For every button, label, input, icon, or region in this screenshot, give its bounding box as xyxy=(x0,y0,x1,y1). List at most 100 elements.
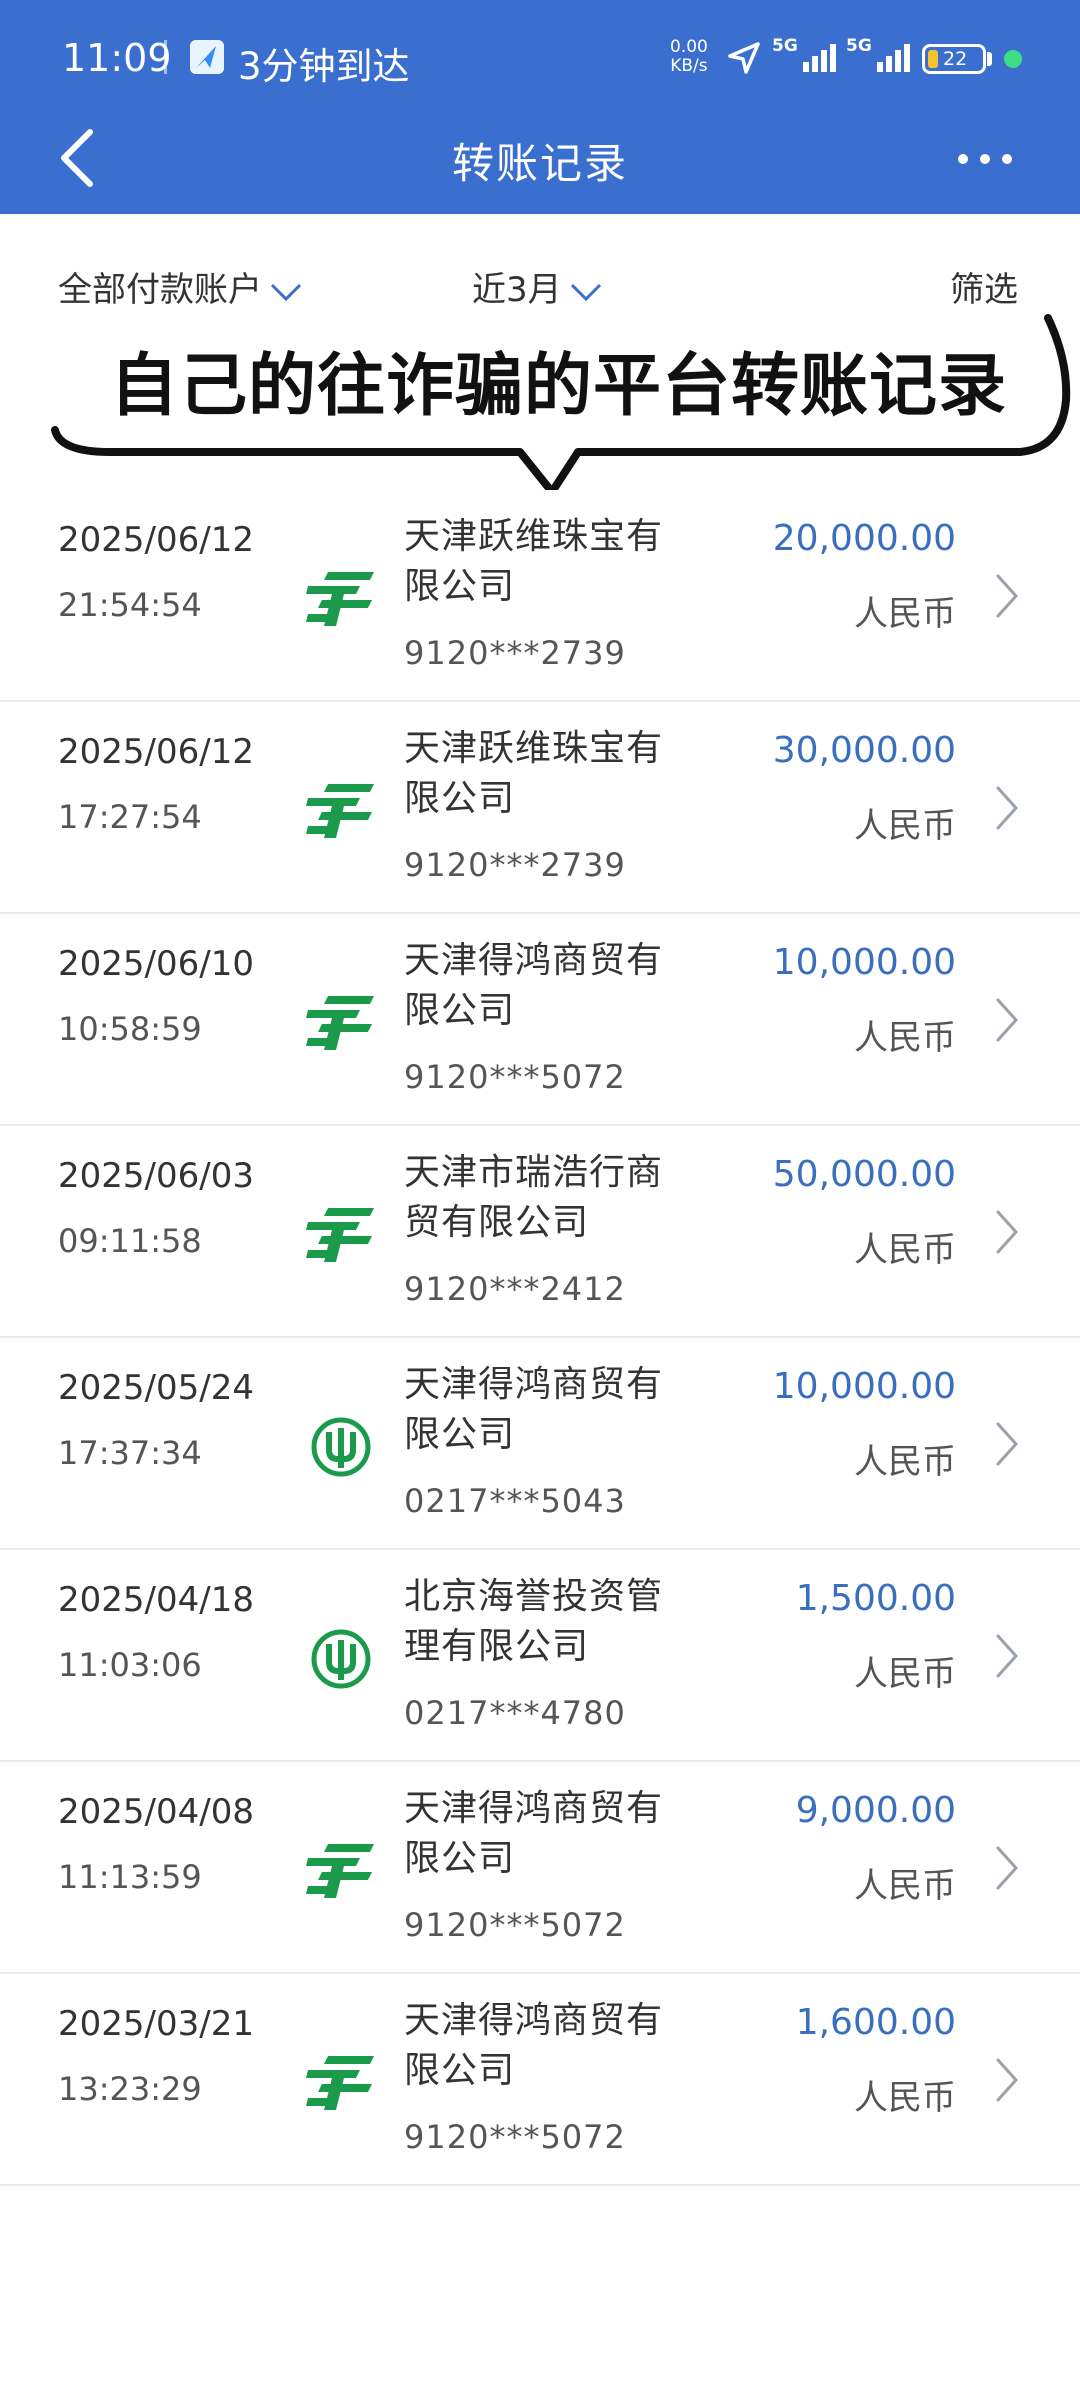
transfer-record-row[interactable]: 2025/06/12 17:27:54 天津跃维珠宝有 限公司 9120***2… xyxy=(0,702,1080,914)
net-speed-unit: KB/s xyxy=(670,56,708,76)
record-date: 2025/06/03 xyxy=(58,1156,254,1196)
payee-line2: 限公司 xyxy=(404,1838,516,1879)
agricultural-bank-icon xyxy=(306,1628,376,1690)
postal-savings-bank-icon xyxy=(306,992,376,1054)
record-payee: 天津跃维珠宝有 限公司 xyxy=(404,724,704,824)
chevron-right-icon xyxy=(996,1422,1019,1466)
record-amount: 20,000.00 xyxy=(772,518,956,559)
chevron-right-icon xyxy=(996,786,1019,830)
record-currency: 人民币 xyxy=(854,1866,956,1906)
navigation-app-icon xyxy=(190,40,224,74)
record-date: 2025/06/10 xyxy=(58,944,254,984)
transfer-record-row[interactable]: 2025/06/12 21:54:54 天津跃维珠宝有 限公司 9120***2… xyxy=(0,490,1080,702)
chevron-right-icon xyxy=(996,998,1019,1042)
more-button[interactable] xyxy=(950,136,1020,180)
more-dots-icon xyxy=(1002,154,1012,164)
record-currency: 人民币 xyxy=(854,1442,956,1482)
record-account: 0217***5043 xyxy=(404,1482,626,1520)
payee-line1: 天津市瑞浩行商 xyxy=(404,1152,664,1193)
chevron-right-icon xyxy=(996,2058,1019,2102)
record-amount: 50,000.00 xyxy=(772,1154,956,1195)
payee-line1: 天津得鸿商贸有 xyxy=(404,2000,664,2041)
signal-label: 5G xyxy=(772,36,798,56)
transfer-record-row[interactable]: 2025/03/21 13:23:29 天津得鸿商贸有 限公司 9120***5… xyxy=(0,1974,1080,2186)
record-time: 09:11:58 xyxy=(58,1222,202,1260)
location-arrow-icon xyxy=(728,42,760,74)
chevron-right-icon xyxy=(996,1634,1019,1678)
payee-line2: 限公司 xyxy=(404,566,516,607)
record-time: 13:23:29 xyxy=(58,2070,202,2108)
battery-fill xyxy=(928,50,938,68)
payee-line2: 限公司 xyxy=(404,1414,516,1455)
transfer-record-row[interactable]: 2025/06/03 09:11:58 天津市瑞浩行商 贸有限公司 9120**… xyxy=(0,1126,1080,1338)
payee-line1: 天津得鸿商贸有 xyxy=(404,940,664,981)
net-speed-value: 0.00 xyxy=(670,37,708,57)
record-time: 10:58:59 xyxy=(58,1010,202,1048)
record-account: 9120***2739 xyxy=(404,846,626,884)
chevron-right-icon xyxy=(996,1210,1019,1254)
payee-line2: 限公司 xyxy=(404,990,516,1031)
record-currency: 人民币 xyxy=(854,594,956,634)
record-payee: 天津得鸿商贸有 限公司 xyxy=(404,1784,704,1884)
record-payee: 天津跃维珠宝有 限公司 xyxy=(404,512,704,612)
record-payee: 北京海誉投资管 理有限公司 xyxy=(404,1572,704,1672)
postal-savings-bank-icon xyxy=(306,780,376,842)
record-account: 9120***5072 xyxy=(404,1058,626,1096)
signal-icon: 5G xyxy=(772,36,836,76)
battery-level: 22 xyxy=(943,48,968,70)
record-currency: 人民币 xyxy=(854,1018,956,1058)
postal-savings-bank-icon xyxy=(306,2052,376,2114)
record-payee: 天津市瑞浩行商 贸有限公司 xyxy=(404,1148,704,1248)
record-amount: 30,000.00 xyxy=(772,730,956,771)
status-divider xyxy=(164,40,167,74)
record-date: 2025/06/12 xyxy=(58,732,254,772)
record-time: 17:27:54 xyxy=(58,798,202,836)
record-payee: 天津得鸿商贸有 限公司 xyxy=(404,936,704,1036)
record-time: 11:03:06 xyxy=(58,1646,202,1684)
postal-savings-bank-icon xyxy=(306,568,376,630)
more-dots-icon xyxy=(958,154,968,164)
record-amount: 10,000.00 xyxy=(772,942,956,983)
payee-line1: 天津跃维珠宝有 xyxy=(404,728,664,769)
record-payee: 天津得鸿商贸有 限公司 xyxy=(404,1360,704,1460)
transfer-record-row[interactable]: 2025/05/24 17:37:34 天津得鸿商贸有 限公司 0217***5… xyxy=(0,1338,1080,1550)
callout-caption: 自己的往诈骗的平台转账记录 xyxy=(110,347,1008,426)
record-date: 2025/06/12 xyxy=(58,520,254,560)
payee-line1: 天津得鸿商贸有 xyxy=(404,1788,664,1829)
record-account: 9120***5072 xyxy=(404,1906,626,1944)
status-bar: 11:09 3分钟到达 0.00 KB/s 5G 5G 22 xyxy=(0,0,1080,110)
payee-line2: 限公司 xyxy=(404,778,516,819)
record-date: 2025/03/21 xyxy=(58,2004,254,2044)
transfer-record-row[interactable]: 2025/04/18 11:03:06 北京海誉投资管 理有限公司 0217**… xyxy=(0,1550,1080,1762)
chevron-right-icon xyxy=(996,1846,1019,1890)
more-dots-icon xyxy=(980,154,990,164)
record-time: 11:13:59 xyxy=(58,1858,202,1896)
record-amount: 1,600.00 xyxy=(795,2002,956,2043)
record-time: 21:54:54 xyxy=(58,586,202,624)
signal-icon: 5G xyxy=(846,36,910,76)
record-date: 2025/04/08 xyxy=(58,1792,254,1832)
page-title: 转账记录 xyxy=(451,139,628,188)
record-payee: 天津得鸿商贸有 限公司 xyxy=(404,1996,704,2096)
record-currency: 人民币 xyxy=(854,1654,956,1694)
record-date: 2025/04/18 xyxy=(58,1580,254,1620)
battery-tip xyxy=(987,52,992,66)
record-amount: 10,000.00 xyxy=(772,1366,956,1407)
charging-dot-icon xyxy=(1004,50,1022,68)
payee-line1: 北京海誉投资管 xyxy=(404,1576,664,1617)
record-currency: 人民币 xyxy=(854,1230,956,1270)
payee-line2: 贸有限公司 xyxy=(404,1202,590,1243)
network-speed: 0.00 KB/s xyxy=(670,38,708,76)
record-date: 2025/05/24 xyxy=(58,1368,254,1408)
record-currency: 人民币 xyxy=(854,2078,956,2118)
record-account: 9120***5072 xyxy=(404,2118,626,2156)
transfer-record-row[interactable]: 2025/04/08 11:13:59 天津得鸿商贸有 限公司 9120***5… xyxy=(0,1762,1080,1974)
transfer-record-list: 2025/06/12 21:54:54 天津跃维珠宝有 限公司 9120***2… xyxy=(0,490,1080,2186)
record-amount: 9,000.00 xyxy=(795,1790,956,1831)
signal-label: 5G xyxy=(846,36,872,56)
transfer-record-row[interactable]: 2025/06/10 10:58:59 天津得鸿商贸有 限公司 9120***5… xyxy=(0,914,1080,1126)
agricultural-bank-icon xyxy=(306,1416,376,1478)
record-amount: 1,500.00 xyxy=(795,1578,956,1619)
record-time: 17:37:34 xyxy=(58,1434,202,1472)
postal-savings-bank-icon xyxy=(306,1840,376,1902)
